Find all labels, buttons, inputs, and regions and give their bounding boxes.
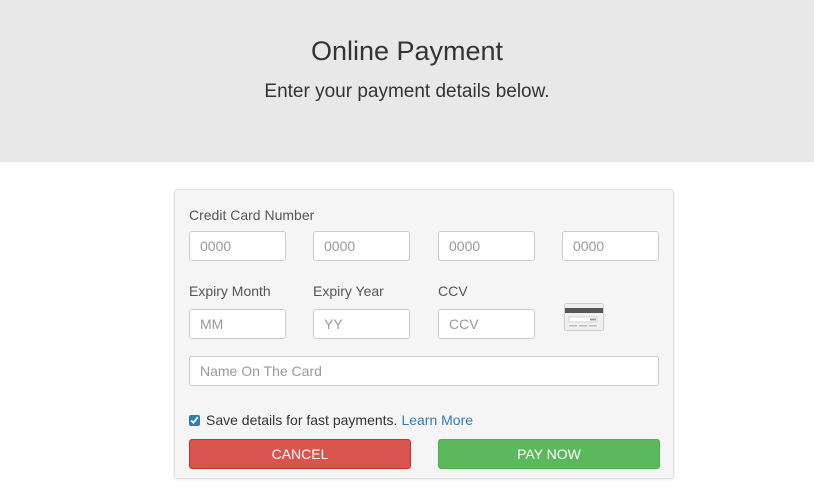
card-number-field-2[interactable] — [313, 231, 410, 261]
name-on-card-field[interactable] — [189, 356, 659, 386]
learn-more-link[interactable]: Learn More — [401, 412, 473, 428]
expiry-month-label: Expiry Month — [189, 283, 271, 299]
card-number-label: Credit Card Number — [189, 207, 315, 223]
credit-card-icon — [564, 303, 604, 331]
card-number-field-4[interactable] — [562, 231, 659, 261]
ccv-field[interactable] — [438, 309, 535, 339]
expiry-year-label: Expiry Year — [313, 283, 384, 299]
save-details-label: Save details for fast payments. — [206, 412, 398, 428]
expiry-year-field[interactable] — [313, 309, 410, 339]
payment-form-panel: Credit Card Number Expiry Month Expiry Y… — [174, 189, 674, 479]
cancel-button[interactable]: CANCEL — [189, 439, 411, 469]
page-subtitle: Enter your payment details below. — [264, 81, 550, 102]
save-details-checkbox[interactable] — [189, 414, 200, 426]
card-number-field-1[interactable] — [189, 231, 286, 261]
page-title: Online Payment — [310, 36, 504, 66]
expiry-month-field[interactable] — [189, 309, 286, 339]
pay-now-button[interactable]: PAY NOW — [438, 439, 660, 469]
ccv-label: CCV — [438, 283, 468, 299]
save-details-row: Save details for fast payments. Learn Mo… — [189, 412, 473, 428]
page-header: Online Payment Enter your payment detail… — [0, 0, 814, 162]
card-number-field-3[interactable] — [438, 231, 535, 261]
